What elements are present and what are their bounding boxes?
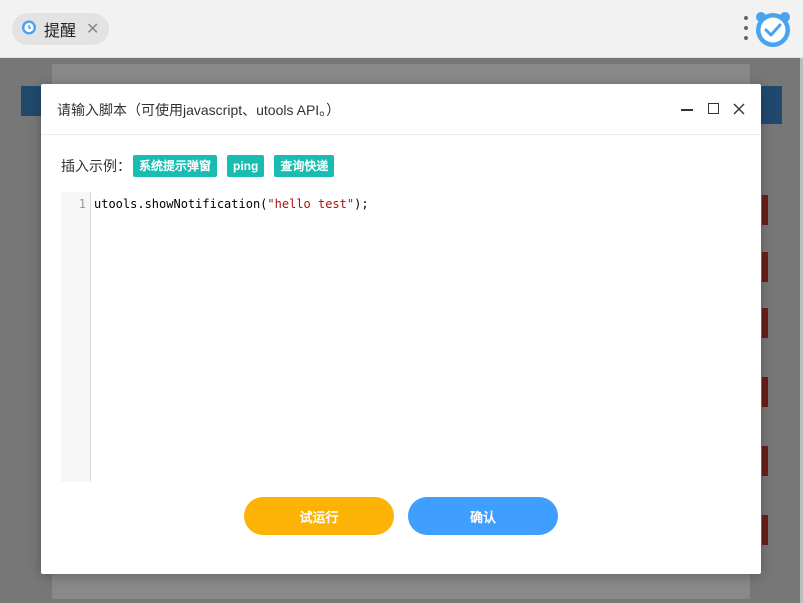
reminder-tab-icon bbox=[20, 18, 38, 41]
top-bar: 提醒 ✕ bbox=[0, 0, 803, 58]
dialog-title: 请输入脚本（可使用javascript、utools API。） bbox=[57, 102, 341, 118]
close-icon[interactable] bbox=[731, 101, 747, 117]
example-express-query-tag[interactable]: 查询快递 bbox=[274, 155, 335, 177]
example-notification-tag[interactable]: 系统提示弹窗 bbox=[133, 155, 218, 177]
tab-close-icon[interactable]: ✕ bbox=[86, 19, 99, 39]
insert-example-row: 插入示例： 系统提示弹窗 ping 查询快递 bbox=[61, 155, 344, 177]
code-editor[interactable]: 1 utools.showNotification("hello test"); bbox=[61, 192, 741, 482]
maximize-icon[interactable] bbox=[706, 101, 722, 117]
tab-label: 提醒 bbox=[44, 23, 77, 40]
example-ping-tag[interactable]: ping bbox=[227, 155, 265, 177]
dialog-header: 请输入脚本（可使用javascript、utools API。） bbox=[41, 84, 761, 135]
minimize-icon[interactable] bbox=[679, 101, 695, 117]
line-number-gutter: 1 bbox=[61, 192, 91, 482]
insert-example-label: 插入示例： bbox=[61, 158, 131, 174]
code-call: utools.showNotification( bbox=[94, 197, 268, 211]
test-run-button[interactable]: 试运行 bbox=[244, 497, 394, 535]
more-menu-icon[interactable] bbox=[743, 16, 749, 40]
code-end: ); bbox=[354, 197, 369, 211]
script-input-dialog: 请输入脚本（可使用javascript、utools API。） 插入示例： 系… bbox=[41, 84, 761, 574]
alarm-clock-icon[interactable] bbox=[753, 9, 793, 54]
tab-reminder[interactable]: 提醒 ✕ bbox=[12, 13, 110, 45]
confirm-button[interactable]: 确认 bbox=[408, 497, 558, 535]
code-string: "hello test" bbox=[267, 197, 355, 211]
line-number: 1 bbox=[78, 197, 86, 211]
code-line[interactable]: utools.showNotification("hello test"); bbox=[94, 197, 369, 211]
